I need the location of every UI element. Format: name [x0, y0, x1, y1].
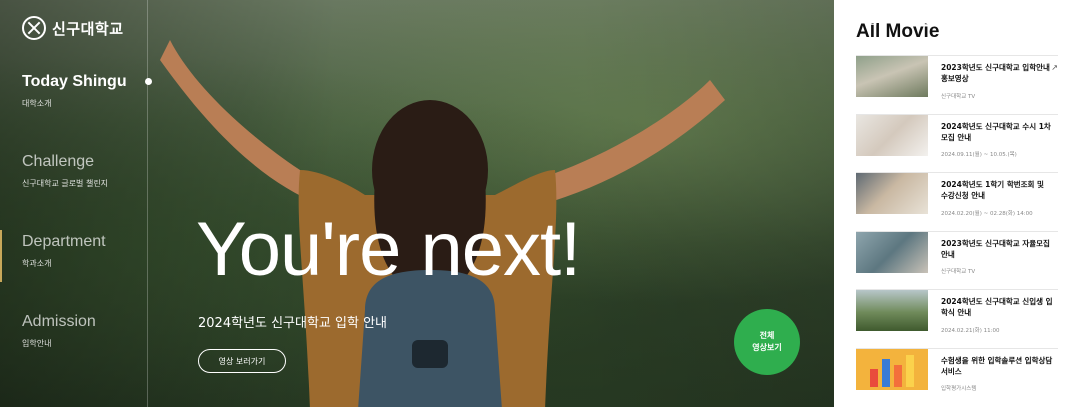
movie-title: 2024학년도 신구대학교 수시 1차 모집 안내: [941, 121, 1051, 142]
nav-item-subtitle: 학과소개: [22, 259, 52, 268]
movie-item[interactable]: 수험생을 위한 입학솔루션 입학상담서비스 입학평가시스템: [856, 347, 1058, 407]
nav-item-challenge[interactable]: Challenge 신구대학교 글로벌 챌린지: [22, 153, 108, 189]
movie-subtitle: 입학평가시스템: [941, 386, 977, 392]
logo-text: 신구대학교: [52, 20, 124, 38]
logo[interactable]: 신구대학교: [22, 16, 124, 40]
nav-item-today-shingu[interactable]: Today Shingu 대학소개: [22, 73, 127, 109]
nav-item-title: Department: [22, 233, 106, 250]
hero-headline: You're next!: [196, 207, 581, 292]
all-videos-button[interactable]: 전체 영상보기: [734, 309, 800, 375]
movie-title: 수험생을 위한 입학솔루션 입학상담서비스: [941, 355, 1053, 376]
movie-item[interactable]: 2024학년도 1학기 학번조회 및 수강신청 안내 2024.02.20(월)…: [856, 172, 1058, 231]
bar-graphic-icon: [870, 354, 914, 387]
nav-item-title: Admission: [22, 313, 96, 330]
university-emblem-icon: [22, 16, 46, 40]
movie-item[interactable]: 2023학년도 신구대학교 입학안내 홍보영상 신구대학교 TV ↗: [856, 55, 1058, 114]
movie-item[interactable]: 2024학년도 신구대학교 수시 1차 모집 안내 2024.09.11(월) …: [856, 113, 1058, 173]
nav-item-title: Challenge: [22, 153, 95, 170]
movie-item[interactable]: 2023학년도 신구대학교 자율모집 안내 신구대학교 TV: [856, 230, 1058, 290]
link-admission-home[interactable]: 입학홈페이지: [920, 14, 970, 27]
link-info-system[interactable]: 종합정보시스템: [988, 14, 1046, 27]
movie-thumbnail: [856, 290, 928, 331]
nav-item-subtitle: 신구대학교 글로벌 챌린지: [22, 179, 109, 188]
movie-title: 2024학년도 신구대학교 신입생 입학식 안내: [941, 297, 1053, 318]
movie-thumbnail: [856, 56, 928, 97]
external-link-icon: ↗: [1051, 63, 1058, 72]
movie-subtitle: 신구대학교 TV: [941, 269, 976, 275]
movie-list: 2023학년도 신구대학교 입학안내 홍보영상 신구대학교 TV ↗ 2024학…: [856, 55, 1058, 406]
all-videos-label-1: 전체: [759, 331, 775, 340]
link-university-home[interactable]: 대학홈페이지: [853, 14, 903, 27]
nav-item-department[interactable]: Department 학과소개: [22, 233, 106, 269]
movie-thumbnail: [856, 114, 928, 156]
nav-item-subtitle: 입학안내: [22, 339, 52, 348]
movie-title: 2024학년도 1학기 학번조회 및 수강신청 안내: [941, 180, 1044, 201]
movie-title: 2023학년도 신구대학교 입학안내 홍보영상: [941, 63, 1050, 84]
nav-item-subtitle: 대학소개: [22, 99, 52, 108]
movie-subtitle: 2024.02.20(월) ~ 02.28(화) 14:00: [941, 210, 1033, 217]
movie-subtitle: 신구대학교 TV: [941, 93, 976, 100]
nav-item-admission[interactable]: Admission 입학안내: [22, 313, 96, 349]
movie-subtitle: 2024.02.21(화) 11:00: [941, 327, 1000, 334]
hero-subline: 2024학년도 신구대학교 입학 안내: [198, 316, 388, 331]
top-links: 대학홈페이지 입학홈페이지 종합정보시스템: [853, 14, 1046, 27]
left-navigation: 신구대학교 Today Shingu 대학소개 Challenge 신구대학교 …: [0, 0, 148, 407]
nav-section-marker: [0, 230, 2, 282]
movie-thumbnail: [856, 173, 928, 214]
all-videos-label-2: 영상보기: [752, 343, 782, 352]
movie-thumbnail: [856, 231, 928, 273]
movie-panel: All Movie 2023학년도 신구대학교 입학안내 홍보영상 신구대학교 …: [834, 0, 1080, 407]
nav-active-indicator: [145, 78, 152, 85]
movie-item[interactable]: 2024학년도 신구대학교 신입생 입학식 안내 2024.02.21(화) 1…: [856, 289, 1058, 348]
movie-thumbnail: [856, 348, 928, 390]
movie-subtitle: 2024.09.11(월) ~ 10.05.(목): [941, 152, 1017, 158]
nav-item-title: Today Shingu: [22, 73, 127, 90]
movie-title: 2023학년도 신구대학교 자율모집 안내: [941, 238, 1050, 259]
watch-video-button[interactable]: 영상 보러가기: [198, 349, 286, 373]
